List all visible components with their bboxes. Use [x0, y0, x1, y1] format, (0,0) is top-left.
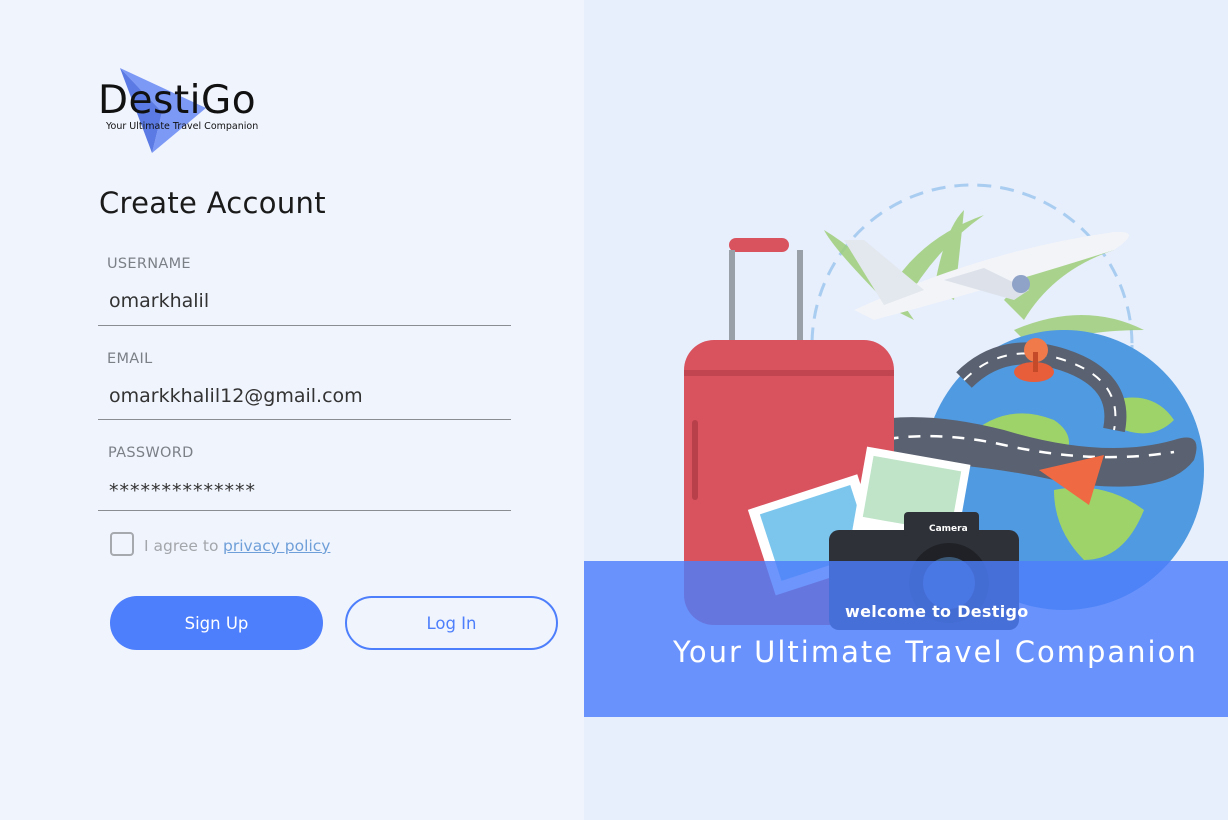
signup-panel: DestiGo Your Ultimate Travel Companion C…: [0, 0, 584, 820]
sign-up-button[interactable]: Sign Up: [110, 596, 323, 650]
password-underline: [98, 510, 511, 511]
page-title: Create Account: [99, 186, 326, 220]
brand-logo: DestiGo Your Ultimate Travel Companion: [96, 66, 266, 156]
agree-text: I agree to: [144, 537, 219, 555]
agree-checkbox[interactable]: [110, 532, 134, 556]
password-label: PASSWORD: [108, 445, 194, 461]
password-input[interactable]: [109, 480, 509, 502]
welcome-text: welcome to Destigo: [845, 602, 1029, 621]
email-underline: [98, 419, 511, 420]
email-input[interactable]: [109, 385, 509, 407]
privacy-policy-link[interactable]: privacy policy: [223, 537, 330, 555]
log-in-button[interactable]: Log In: [345, 596, 558, 650]
camera-label: Camera: [929, 524, 968, 534]
hero-tagline: Your Ultimate Travel Companion: [673, 635, 1198, 669]
hero-panel: Camera welcome to Destigo Your Ultimate …: [584, 0, 1228, 820]
username-input[interactable]: [109, 290, 509, 312]
username-label: USERNAME: [107, 256, 191, 272]
brand-tagline: Your Ultimate Travel Companion: [106, 121, 259, 132]
brand-name: DestiGo: [98, 78, 257, 123]
airplane: [844, 231, 1129, 320]
username-underline: [98, 325, 511, 326]
email-label: EMAIL: [107, 351, 153, 367]
